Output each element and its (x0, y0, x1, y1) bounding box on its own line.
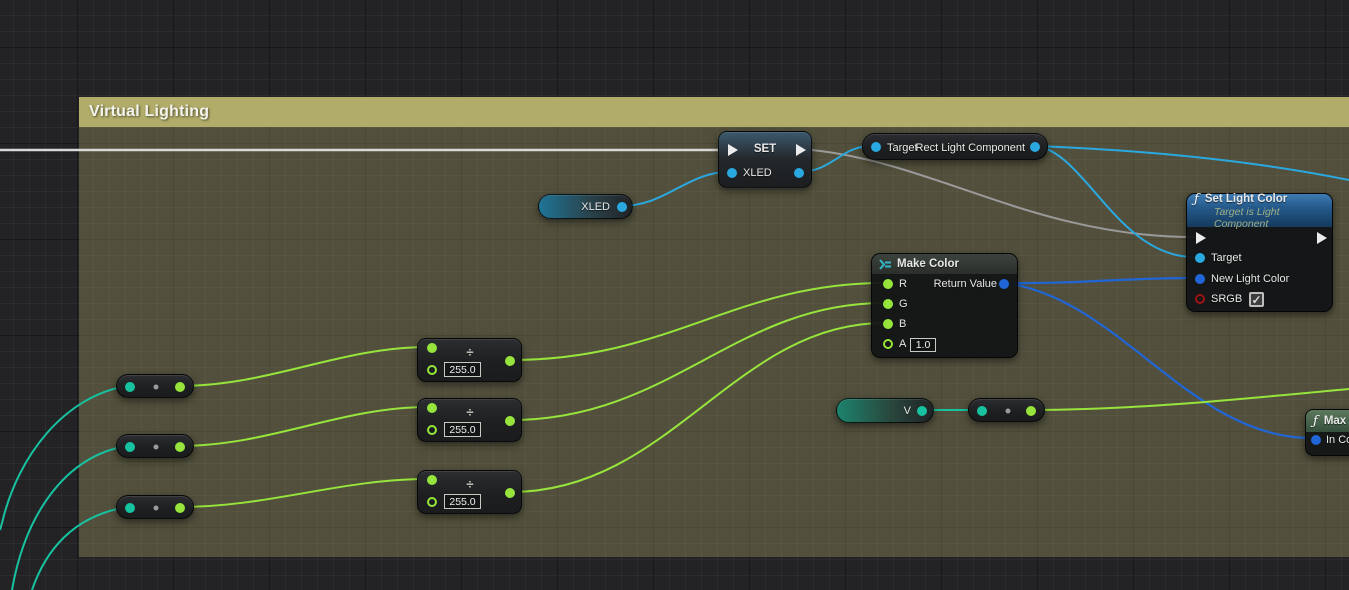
slc-new-light-color-pin[interactable] (1195, 274, 1205, 284)
max-input-label: In Col (1326, 434, 1349, 446)
make-color-g-label: G (899, 298, 908, 310)
max-node[interactable]: ƒ Max ( In Col (1305, 409, 1349, 456)
function-icon: ƒ (1194, 192, 1199, 207)
function-icon: ƒ (1313, 414, 1318, 429)
set-light-color-subtitle: Target is Light Component (1214, 206, 1332, 230)
make-color-a-pin[interactable] (883, 339, 893, 349)
byte-to-float-node-2[interactable] (116, 434, 194, 458)
conversion-dot-icon (154, 445, 159, 450)
max-node-header: ƒ Max ( (1306, 410, 1349, 432)
conv1-output-pin[interactable] (175, 382, 185, 392)
byte-to-float-node-4[interactable] (968, 398, 1045, 422)
v-getter-output-pin[interactable] (917, 406, 927, 416)
set-light-color-header: ƒ Set Light Color Target is Light Compon… (1187, 194, 1332, 227)
divide2-value-field[interactable]: 255.0 (444, 422, 481, 437)
exec-out-pin[interactable] (796, 144, 806, 156)
make-color-node[interactable]: Make Color R G B A 1.0 Return Value (871, 253, 1018, 358)
conv2-input-pin[interactable] (125, 442, 135, 452)
byte-to-float-node-1[interactable] (116, 374, 194, 398)
make-color-r-pin[interactable] (883, 279, 893, 289)
conv3-input-pin[interactable] (125, 503, 135, 513)
conversion-dot-icon (154, 506, 159, 511)
divide2-input-b-pin[interactable] (427, 425, 437, 435)
slc-new-light-color-label: New Light Color (1211, 273, 1289, 285)
set-node-pin-label: XLED (743, 167, 772, 179)
slc-exec-out-pin[interactable] (1317, 232, 1327, 244)
make-color-return-label: Return Value (934, 278, 997, 290)
divide2-input-a-pin[interactable] (427, 403, 437, 413)
xled-getter-output-pin[interactable] (617, 202, 627, 212)
byte-to-float-node-3[interactable] (116, 495, 194, 519)
slc-exec-in-pin[interactable] (1196, 232, 1206, 244)
divide1-input-b-pin[interactable] (427, 365, 437, 375)
slc-srgb-label: SRGB (1211, 293, 1242, 305)
rect-light-output-label: Rect Light Component (916, 142, 1025, 154)
slc-target-label: Target (1211, 252, 1242, 264)
rect-light-output-pin[interactable] (1030, 142, 1040, 152)
rect-light-input-label: Target (887, 142, 918, 154)
target-input-pin[interactable] (871, 142, 881, 152)
make-struct-icon (879, 259, 892, 270)
set-xled-node[interactable]: SET XLED (718, 131, 812, 188)
make-color-b-label: B (899, 318, 906, 330)
blueprint-graph-canvas[interactable]: Virtual Lighting SET XLED (0, 0, 1349, 590)
divide2-output-pin[interactable] (505, 416, 515, 426)
divide1-output-pin[interactable] (505, 356, 515, 366)
comment-body (79, 127, 1349, 557)
slc-target-pin[interactable] (1195, 253, 1205, 263)
divide2-symbol: ÷ (466, 405, 473, 420)
divide1-value-field[interactable]: 255.0 (444, 362, 481, 377)
slc-srgb-pin[interactable] (1195, 294, 1205, 304)
xled-getter-node[interactable]: XLED (538, 194, 633, 219)
comment-box-virtual-lighting[interactable]: Virtual Lighting (79, 97, 1349, 557)
set-light-color-node[interactable]: ƒ Set Light Color Target is Light Compon… (1186, 193, 1333, 312)
conversion-dot-icon (1006, 409, 1011, 414)
divide3-output-pin[interactable] (505, 488, 515, 498)
comment-title-bar[interactable]: Virtual Lighting (79, 97, 1349, 127)
conv2-output-pin[interactable] (175, 442, 185, 452)
divide-node-1[interactable]: ÷ 255.0 (417, 338, 522, 382)
make-color-header: Make Color (872, 254, 1017, 274)
xled-output-pin[interactable] (794, 168, 804, 178)
make-color-a-label: A (899, 338, 906, 350)
divide3-value-field[interactable]: 255.0 (444, 494, 481, 509)
conv3-output-pin[interactable] (175, 503, 185, 513)
divide1-input-a-pin[interactable] (427, 343, 437, 353)
v-getter-label: V (904, 405, 911, 417)
comment-title-text: Virtual Lighting (89, 103, 209, 121)
make-color-return-pin[interactable] (999, 279, 1009, 289)
divide-node-3[interactable]: ÷ 255.0 (417, 470, 522, 514)
max-node-title: Max ( (1324, 415, 1349, 427)
conv4-output-pin[interactable] (1026, 406, 1036, 416)
srgb-checkmark: ✓ (1251, 294, 1261, 306)
max-input-pin[interactable] (1311, 435, 1321, 445)
divide3-symbol: ÷ (466, 477, 473, 492)
rect-light-component-node[interactable]: Target Rect Light Component (862, 133, 1048, 160)
make-color-title: Make Color (897, 258, 959, 270)
conv1-input-pin[interactable] (125, 382, 135, 392)
divide1-symbol: ÷ (466, 345, 473, 360)
make-color-g-pin[interactable] (883, 299, 893, 309)
srgb-checkbox[interactable]: ✓ (1249, 292, 1264, 307)
divide3-input-b-pin[interactable] (427, 497, 437, 507)
make-color-r-label: R (899, 278, 907, 290)
xled-input-pin[interactable] (727, 168, 737, 178)
conversion-dot-icon (154, 385, 159, 390)
conv4-input-pin[interactable] (977, 406, 987, 416)
divide3-input-a-pin[interactable] (427, 475, 437, 485)
make-color-a-value-field[interactable]: 1.0 (910, 338, 936, 352)
divide-node-2[interactable]: ÷ 255.0 (417, 398, 522, 442)
make-color-b-pin[interactable] (883, 319, 893, 329)
v-getter-node[interactable]: V (836, 398, 934, 423)
xled-getter-label: XLED (581, 201, 610, 213)
set-light-color-title: Set Light Color (1205, 193, 1287, 205)
